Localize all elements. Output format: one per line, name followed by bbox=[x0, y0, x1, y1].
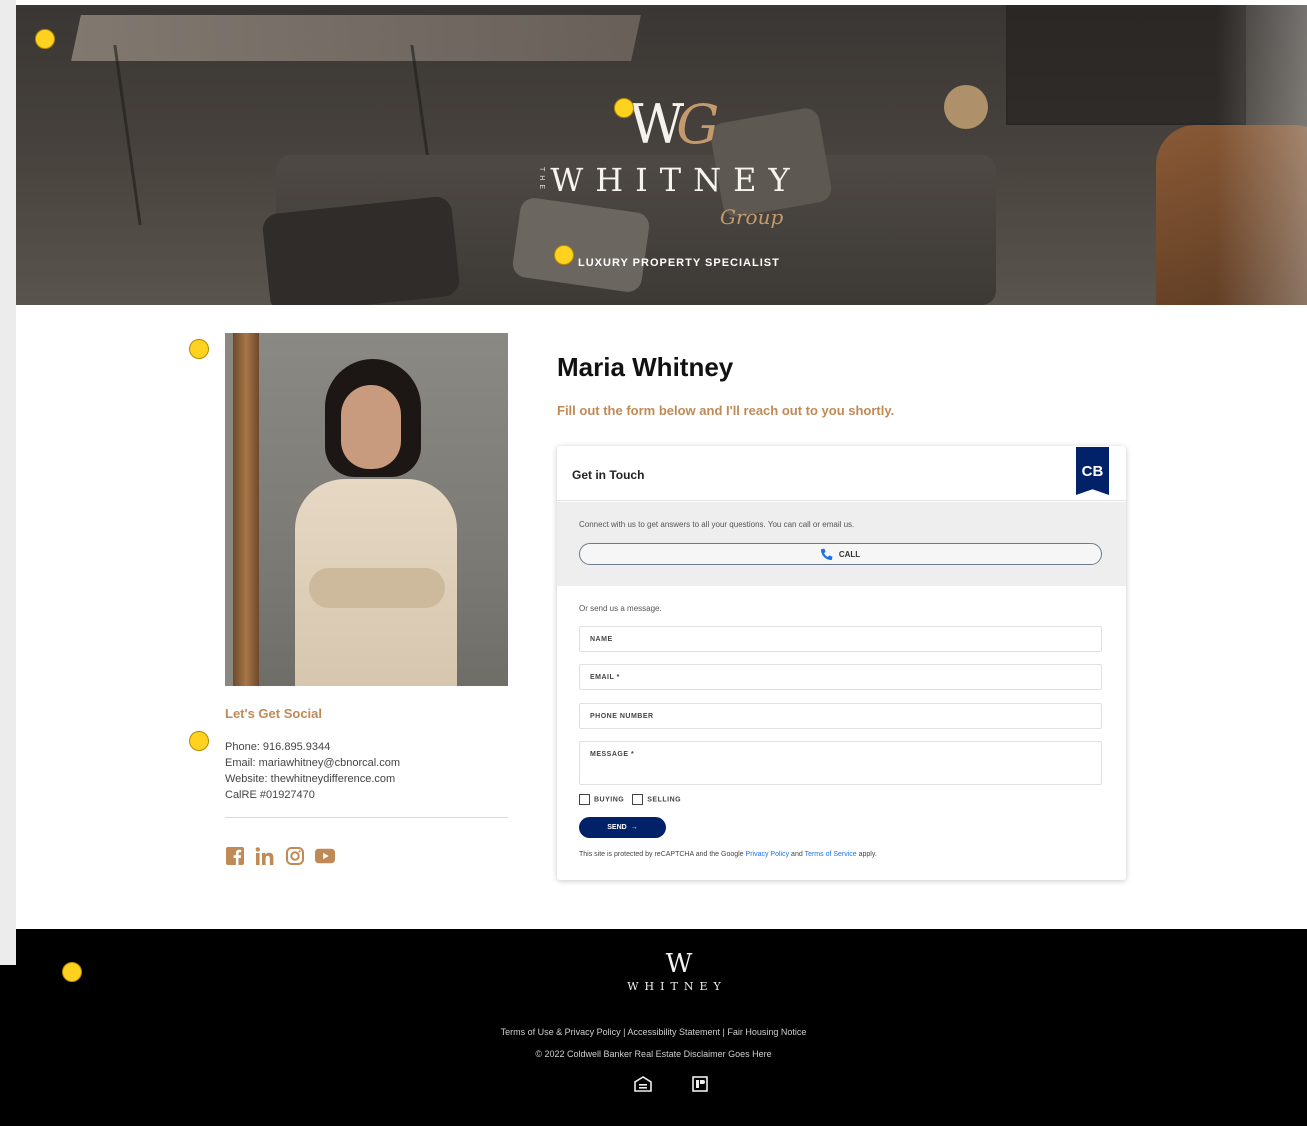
hero-window-light bbox=[1216, 5, 1307, 305]
contact-email: Email: mariawhitney@cbnorcal.com bbox=[225, 757, 401, 769]
recaptcha-and: and bbox=[789, 851, 805, 858]
recaptcha-apply: apply. bbox=[856, 851, 877, 858]
marker-dot bbox=[614, 98, 634, 118]
phone-icon bbox=[820, 548, 833, 560]
marker-dot bbox=[62, 962, 82, 982]
footer-logo-name: WHITNEY bbox=[627, 980, 727, 993]
footer-logo-monogram: W bbox=[665, 949, 693, 979]
logo-monogram: WG bbox=[628, 93, 720, 156]
photo-face bbox=[341, 385, 401, 469]
photo-wood-beam bbox=[233, 333, 259, 686]
logo-the: THE bbox=[538, 167, 545, 193]
hero-tagline: LUXURY PROPERTY SPECIALIST bbox=[578, 257, 780, 269]
marker-dot bbox=[554, 245, 574, 265]
checkbox-box[interactable] bbox=[632, 794, 644, 805]
recaptcha-notice: This site is protected by reCAPTCHA and … bbox=[579, 851, 877, 858]
realtor-icon bbox=[692, 1076, 708, 1092]
agent-name: Maria Whitney bbox=[557, 352, 734, 382]
photo-arms bbox=[309, 568, 445, 608]
logo-group-script: Group bbox=[720, 205, 784, 229]
contact-info: Phone: 916.895.9344 Email: mariawhitney@… bbox=[225, 739, 400, 803]
message-prompt: Or send us a message. bbox=[579, 604, 662, 613]
contact-phone: Phone: 916.895.9344 bbox=[225, 741, 331, 753]
buying-checkbox[interactable]: BUYING bbox=[579, 794, 624, 805]
contact-license: CalRE #01927470 bbox=[225, 789, 315, 801]
contact-form-card: Get in Touch CB Connect with us to get a… bbox=[557, 446, 1126, 880]
hero-lamp bbox=[944, 85, 988, 129]
equal-housing-icon bbox=[634, 1076, 652, 1092]
call-description: Connect with us to get answers to all yo… bbox=[579, 520, 855, 529]
name-field[interactable]: NAME bbox=[579, 626, 1102, 652]
arrow-right-icon: → bbox=[630, 824, 638, 831]
buying-label: BUYING bbox=[594, 796, 625, 804]
card-title: Get in Touch bbox=[572, 468, 645, 482]
facebook-icon[interactable] bbox=[225, 846, 245, 866]
social-title: Let's Get Social bbox=[225, 706, 323, 721]
call-section: Connect with us to get answers to all yo… bbox=[557, 502, 1126, 586]
marker-dot bbox=[189, 731, 209, 751]
footer-icons bbox=[634, 1076, 708, 1092]
agent-photo bbox=[225, 333, 508, 686]
intro-text: Fill out the form below and I'll reach o… bbox=[557, 403, 895, 418]
footer-copyright: © 2022 Coldwell Banker Real Estate Discl… bbox=[535, 1049, 772, 1059]
selling-label: SELLING bbox=[647, 796, 682, 804]
send-button[interactable]: SEND → bbox=[579, 817, 666, 838]
recaptcha-text: This site is protected by reCAPTCHA and … bbox=[579, 851, 746, 858]
logo-name: WHITNEY bbox=[550, 161, 802, 199]
marker-dot bbox=[189, 339, 209, 359]
left-gray-strip bbox=[0, 0, 16, 965]
divider bbox=[225, 817, 508, 818]
youtube-icon[interactable] bbox=[315, 846, 335, 866]
phone-field[interactable]: PHONE NUMBER bbox=[579, 703, 1102, 729]
linkedin-icon[interactable] bbox=[255, 846, 275, 866]
hero-cushion bbox=[261, 195, 461, 305]
message-field[interactable]: MESSAGE * bbox=[579, 741, 1102, 785]
card-header: Get in Touch CB bbox=[557, 446, 1126, 501]
whitney-group-logo: WG THE WHITNEY Group bbox=[520, 93, 820, 230]
terms-of-service-link[interactable]: Terms of Service bbox=[805, 851, 857, 858]
instagram-icon[interactable] bbox=[285, 846, 305, 866]
social-icons bbox=[225, 846, 335, 866]
email-field[interactable]: EMAIL * bbox=[579, 664, 1102, 690]
marker-dot bbox=[35, 29, 55, 49]
checkbox-box[interactable] bbox=[579, 794, 590, 805]
privacy-policy-link[interactable]: Privacy Policy bbox=[746, 851, 790, 858]
footer-links[interactable]: Terms of Use & Privacy Policy | Accessib… bbox=[0, 1027, 1307, 1037]
contact-website: Website: thewhitneydifference.com bbox=[225, 773, 396, 785]
selling-checkbox[interactable]: SELLING bbox=[632, 794, 681, 805]
interest-checkboxes: BUYING SELLING bbox=[579, 794, 681, 805]
footer-logo: W WHITNEY bbox=[612, 950, 742, 993]
send-label: SEND bbox=[607, 824, 627, 831]
call-button[interactable]: CALL bbox=[579, 543, 1102, 565]
call-label: CALL bbox=[838, 549, 861, 559]
coldwell-banker-logo: CB bbox=[1076, 447, 1109, 495]
hero-shelf bbox=[1006, 5, 1246, 125]
